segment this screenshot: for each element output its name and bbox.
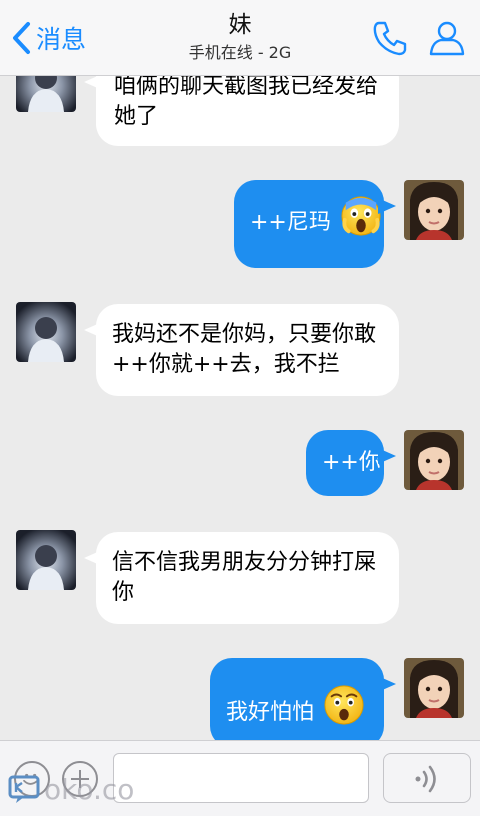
user-profile-icon (429, 21, 465, 56)
message-bubble-outgoing[interactable]: ++尼玛 (234, 180, 396, 268)
back-button[interactable]: 消息 (10, 18, 86, 58)
chevron-left-icon (13, 22, 30, 54)
smiley-icon (23, 773, 39, 785)
voice-button[interactable] (383, 753, 471, 803)
contact-avatar-image (16, 530, 76, 590)
message-input-bar (0, 740, 480, 816)
back-label: 消息 (36, 25, 87, 54)
message-text: 信不信我男朋友分分钟打屎你 (112, 550, 377, 605)
screaming-face-emoji-icon (341, 196, 381, 236)
message-bubble-outgoing[interactable]: ++你 (306, 430, 396, 496)
message-input[interactable] (113, 753, 369, 803)
contact-avatar[interactable] (16, 302, 76, 362)
my-avatar-image (404, 658, 464, 718)
emoji-button[interactable] (14, 761, 50, 797)
contact-avatar[interactable] (16, 530, 76, 590)
voice-wave-icon (415, 765, 436, 793)
chat-header: 消息 妹 手机在线 - 2G (0, 0, 480, 76)
message-text: ++你 (322, 450, 381, 475)
add-attachment-button[interactable] (62, 761, 98, 797)
message-text: 我妈还不是你妈，只要你敢++你就++去，我不拦 (112, 322, 377, 377)
message-text: 我好怕怕 (226, 700, 315, 725)
my-avatar-image (404, 180, 464, 240)
profile-button[interactable] (427, 18, 467, 58)
message-text: 咱俩的聊天截图我已经发给她了 (114, 74, 379, 129)
phone-icon (373, 21, 407, 56)
my-avatar-image (404, 430, 464, 490)
message-bubble-incoming[interactable]: 信不信我男朋友分分钟打屎你 (84, 532, 399, 624)
my-avatar[interactable] (404, 430, 464, 490)
message-bubble-outgoing[interactable]: 我好怕怕 (210, 658, 396, 748)
my-avatar[interactable] (404, 180, 464, 240)
message-bubble-incoming[interactable]: 我妈还不是你妈，只要你敢++你就++去，我不拦 (84, 304, 399, 396)
astonished-face-emoji-icon (324, 685, 364, 725)
my-avatar[interactable] (404, 658, 464, 718)
call-button[interactable] (370, 18, 410, 58)
contact-avatar-image (16, 302, 76, 362)
message-text: ++尼玛 (250, 210, 331, 235)
